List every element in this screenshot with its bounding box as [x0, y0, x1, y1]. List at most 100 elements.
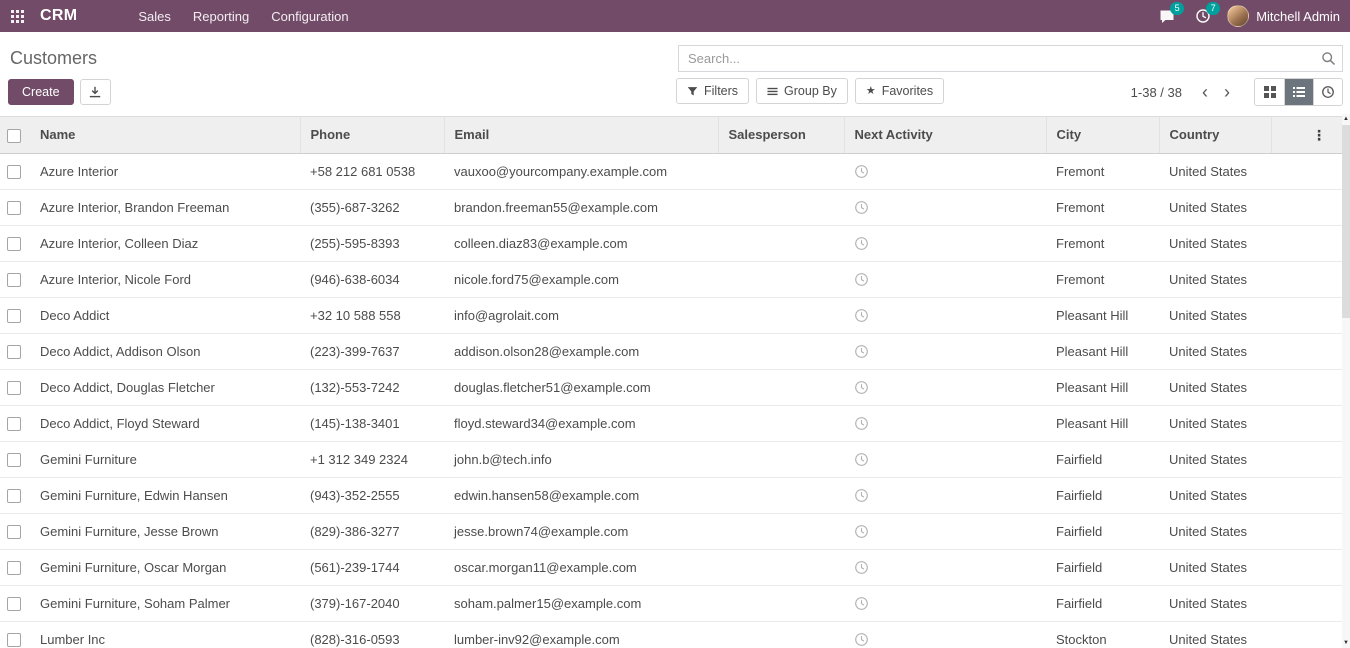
menu-reporting[interactable]: Reporting [182, 0, 260, 32]
customer-row[interactable]: Gemini Furniture, Edwin Hansen (943)-352… [0, 477, 1342, 513]
cell-city: Pleasant Hill [1046, 369, 1159, 405]
row-checkbox[interactable] [7, 237, 21, 251]
cell-city: Pleasant Hill [1046, 405, 1159, 441]
row-checkbox[interactable] [7, 381, 21, 395]
cell-email: edwin.hansen58@example.com [444, 477, 718, 513]
scroll-up-arrow[interactable]: ▲ [1342, 114, 1350, 124]
row-checkbox[interactable] [7, 201, 21, 215]
menu-configuration[interactable]: Configuration [260, 0, 359, 32]
customer-row[interactable]: Azure Interior, Nicole Ford (946)-638-60… [0, 261, 1342, 297]
messages-menu-button[interactable]: 5 [1149, 0, 1185, 32]
customer-row[interactable]: Gemini Furniture, Soham Palmer (379)-167… [0, 585, 1342, 621]
row-checkbox[interactable] [7, 165, 21, 179]
scroll-down-arrow[interactable]: ▼ [1342, 638, 1350, 648]
customer-row[interactable]: Deco Addict, Douglas Fletcher (132)-553-… [0, 369, 1342, 405]
row-checkbox[interactable] [7, 525, 21, 539]
cell-phone: (946)-638-6034 [300, 261, 444, 297]
next-activity-icon[interactable] [854, 632, 869, 647]
customer-row[interactable]: Gemini Furniture +1 312 349 2324 john.b@… [0, 441, 1342, 477]
cell-name: Lumber Inc [30, 621, 300, 648]
customer-row[interactable]: Azure Interior +58 212 681 0538 vauxoo@y… [0, 153, 1342, 189]
kanban-view-button[interactable] [1255, 79, 1284, 105]
apps-menu-button[interactable] [0, 0, 34, 32]
export-button[interactable] [80, 79, 111, 105]
row-checkbox[interactable] [7, 345, 21, 359]
row-checkbox[interactable] [7, 309, 21, 323]
row-checkbox[interactable] [7, 597, 21, 611]
cell-salesperson [718, 621, 844, 648]
column-header-city[interactable]: City [1046, 117, 1159, 153]
next-activity-icon[interactable] [854, 596, 869, 611]
cell-city: Fairfield [1046, 549, 1159, 585]
row-checkbox[interactable] [7, 633, 21, 647]
search-icon[interactable] [1321, 51, 1336, 66]
group-by-button[interactable]: Group By [756, 78, 848, 104]
cell-phone: (829)-386-3277 [300, 513, 444, 549]
menu-sales[interactable]: Sales [127, 0, 182, 32]
column-header-name[interactable]: Name [30, 117, 300, 153]
optional-columns-toggle[interactable]: ⋮ [1308, 126, 1330, 144]
cell-city: Fremont [1046, 225, 1159, 261]
cell-city: Fremont [1046, 261, 1159, 297]
customer-row[interactable]: Lumber Inc (828)-316-0593 lumber-inv92@e… [0, 621, 1342, 648]
cell-city: Fairfield [1046, 513, 1159, 549]
column-header-salesperson[interactable]: Salesperson [718, 117, 844, 153]
next-activity-icon[interactable] [854, 416, 869, 431]
next-activity-icon[interactable] [854, 560, 869, 575]
next-activity-icon[interactable] [854, 380, 869, 395]
favorites-button[interactable]: ★ Favorites [855, 78, 944, 104]
customer-row[interactable]: Deco Addict, Floyd Steward (145)-138-340… [0, 405, 1342, 441]
filters-button[interactable]: Filters [676, 78, 749, 104]
create-button[interactable]: Create [8, 79, 74, 105]
control-panel-buttons: Create Filters Group By ★ Fav [0, 72, 1350, 116]
row-checkbox[interactable] [7, 417, 21, 431]
column-header-next-activity[interactable]: Next Activity [844, 117, 1046, 153]
column-header-phone[interactable]: Phone [300, 117, 444, 153]
activities-menu-button[interactable]: 7 [1185, 0, 1221, 32]
next-activity-icon[interactable] [854, 308, 869, 323]
customer-row[interactable]: Gemini Furniture, Jesse Brown (829)-386-… [0, 513, 1342, 549]
scrollbar-thumb[interactable] [1342, 125, 1350, 318]
row-checkbox[interactable] [7, 273, 21, 287]
cell-city: Fremont [1046, 153, 1159, 189]
cell-country: United States [1159, 477, 1271, 513]
customer-row[interactable]: Deco Addict, Addison Olson (223)-399-763… [0, 333, 1342, 369]
vertical-scrollbar[interactable]: ▲ ▼ [1342, 114, 1350, 648]
activity-view-button[interactable] [1313, 79, 1342, 105]
row-checkbox[interactable] [7, 453, 21, 467]
list-lines-icon [1292, 85, 1306, 99]
next-activity-icon[interactable] [854, 344, 869, 359]
customer-row[interactable]: Gemini Furniture, Oscar Morgan (561)-239… [0, 549, 1342, 585]
pager-previous-button[interactable]: ‹ [1194, 80, 1216, 104]
customer-row[interactable]: Azure Interior, Brandon Freeman (355)-68… [0, 189, 1342, 225]
cell-phone: (828)-316-0593 [300, 621, 444, 648]
next-activity-icon[interactable] [854, 236, 869, 251]
cell-city: Fairfield [1046, 477, 1159, 513]
app-brand[interactable]: CRM [34, 0, 83, 32]
next-activity-icon[interactable] [854, 272, 869, 287]
row-checkbox[interactable] [7, 489, 21, 503]
table-header-row: Name Phone Email Salesperson Next Activi… [0, 117, 1342, 153]
user-menu-button[interactable]: Mitchell Admin [1221, 0, 1350, 32]
customer-row[interactable]: Azure Interior, Colleen Diaz (255)-595-8… [0, 225, 1342, 261]
column-header-country[interactable]: Country [1159, 117, 1271, 153]
next-activity-icon[interactable] [854, 452, 869, 467]
cell-salesperson [718, 405, 844, 441]
messages-badge: 5 [1170, 2, 1184, 15]
next-activity-icon[interactable] [854, 200, 869, 215]
cell-salesperson [718, 585, 844, 621]
pager-next-button[interactable]: › [1216, 80, 1238, 104]
row-checkbox[interactable] [7, 561, 21, 575]
search-input[interactable] [678, 45, 1343, 72]
cell-email: info@agrolait.com [444, 297, 718, 333]
cell-email: soham.palmer15@example.com [444, 585, 718, 621]
next-activity-icon[interactable] [854, 488, 869, 503]
column-header-email[interactable]: Email [444, 117, 718, 153]
next-activity-icon[interactable] [854, 164, 869, 179]
list-view-button[interactable] [1284, 79, 1313, 105]
cell-salesperson [718, 369, 844, 405]
select-all-checkbox[interactable] [7, 129, 21, 143]
next-activity-icon[interactable] [854, 524, 869, 539]
kanban-grid-icon [1263, 85, 1277, 99]
customer-row[interactable]: Deco Addict +32 10 588 558 info@agrolait… [0, 297, 1342, 333]
